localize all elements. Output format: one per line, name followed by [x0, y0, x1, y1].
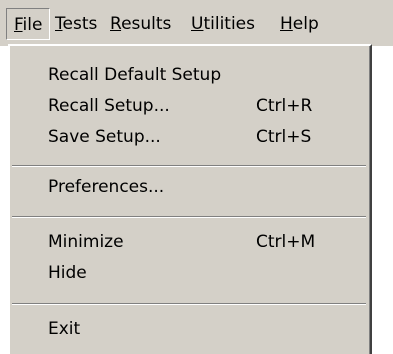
- menu-file-mnemonic: F: [14, 15, 23, 35]
- menu-item-shortcut: Ctrl+S: [256, 127, 312, 147]
- menu-results-mnemonic: R: [110, 14, 122, 34]
- menu-item-shortcut: Ctrl+R: [256, 96, 313, 116]
- menu-file[interactable]: File: [6, 8, 51, 40]
- menu-file-label: ile: [22, 15, 43, 35]
- menu-item-label: Hide: [48, 263, 87, 283]
- menu-help-label: elp: [292, 14, 319, 34]
- menu-item-recall-setup[interactable]: Recall Setup... Ctrl+R: [10, 91, 370, 121]
- menu-item-exit[interactable]: Exit: [10, 314, 370, 344]
- menu-utilities[interactable]: Utilities: [184, 8, 262, 40]
- menu-utilities-mnemonic: U: [191, 14, 204, 34]
- menu-results[interactable]: Results: [103, 8, 178, 40]
- menu-item-label: Exit: [48, 319, 81, 339]
- menu-item-save-setup[interactable]: Save Setup... Ctrl+S: [10, 122, 370, 152]
- menu-item-label: Recall Default Setup: [48, 65, 222, 85]
- menu-tests[interactable]: Tests: [48, 8, 104, 40]
- menu-item-preferences[interactable]: Preferences...: [10, 172, 370, 202]
- menu-separator: [12, 165, 366, 167]
- menu-tests-mnemonic: T: [55, 14, 63, 34]
- menu-item-hide[interactable]: Hide: [10, 258, 370, 288]
- menu-utilities-label: tilities: [203, 14, 255, 34]
- menu-tests-label: ests: [62, 14, 98, 34]
- menu-results-label: esults: [121, 14, 172, 34]
- menu-help-mnemonic: H: [280, 14, 293, 34]
- menu-item-label: Save Setup...: [48, 127, 161, 147]
- menu-item-label: Minimize: [48, 232, 124, 252]
- menu-bar: File Tests Results Utilities Help: [0, 0, 393, 46]
- menu-help[interactable]: Help: [273, 8, 326, 40]
- menu-item-minimize[interactable]: Minimize Ctrl+M: [10, 227, 370, 257]
- menu-separator: [12, 303, 366, 305]
- menu-item-label: Recall Setup...: [48, 96, 170, 116]
- menu-item-recall-default-setup[interactable]: Recall Default Setup: [10, 60, 370, 90]
- file-dropdown-menu: Recall Default Setup Recall Setup... Ctr…: [8, 44, 372, 354]
- menu-item-label: Preferences...: [48, 177, 165, 197]
- menu-item-shortcut: Ctrl+M: [256, 232, 316, 252]
- menu-separator: [12, 216, 366, 218]
